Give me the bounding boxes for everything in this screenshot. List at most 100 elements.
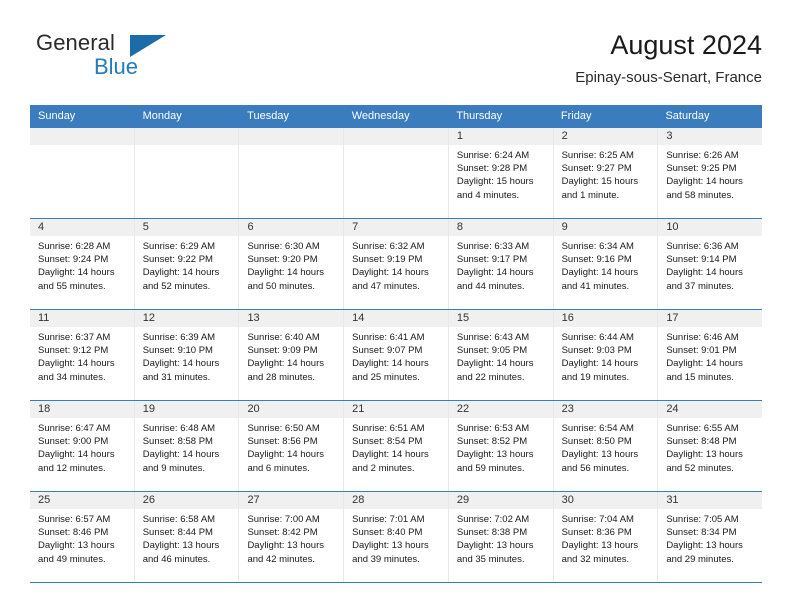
- sunset-time: Sunset: 8:58 PM: [142, 436, 213, 448]
- sunset-time: Sunset: 9:28 PM: [456, 163, 528, 175]
- daylight-duration-line1: Daylight: 15 hours: [561, 176, 639, 188]
- day-number: 28: [344, 492, 448, 509]
- day-number: 31: [658, 492, 763, 509]
- general-blue-logo[interactable]: General Blue: [36, 30, 266, 92]
- daylight-duration-line1: Daylight: 14 hours: [666, 267, 743, 279]
- day-sun-info: Sunrise: 6:28 AM Sunset: 9:24 PM Daylight:…: [30, 236, 134, 293]
- day-sun-info: Sunrise: 6:53 AM Sunset: 8:52 PM Daylight:…: [449, 418, 553, 475]
- calendar-day-cell[interactable]: 3 Sunrise: 6:26 AM Sunset: 9:25 PM Daylight…: [658, 128, 763, 218]
- page-subtitle-location: Epinay-sous-Senart, France: [575, 69, 762, 86]
- weekday-header-row: Sunday Monday Tuesday Wednesday Thursday Frid…: [30, 105, 762, 127]
- calendar-day-cell[interactable]: 26 Sunrise: 6:58 AM Sunset: 8:44 PM Dayligh…: [134, 492, 240, 582]
- day-sun-info: Sunrise: 6:33 AM Sunset: 9:17 PM Daylight:…: [449, 236, 553, 293]
- day-number: 2: [553, 128, 658, 145]
- daylight-duration-line1: Daylight: 13 hours: [352, 540, 429, 552]
- daylight-duration-line2: and 9 minutes.: [142, 462, 206, 474]
- calendar-day-cell[interactable]: 22 Sunrise: 6:53 AM Sunset: 8:52 PM Dayligh…: [448, 401, 554, 491]
- day-number: 30: [553, 492, 658, 509]
- sunset-time: Sunset: 9:05 PM: [456, 345, 528, 357]
- calendar-day-cell[interactable]: 18 Sunrise: 6:47 AM Sunset: 9:00 PM Dayligh…: [30, 401, 135, 491]
- calendar-day-cell[interactable]: 12 Sunrise: 6:39 AM Sunset: 9:10 PM Dayligh…: [134, 310, 240, 400]
- daylight-duration-line1: Daylight: 13 hours: [561, 540, 639, 552]
- sunset-time: Sunset: 8:44 PM: [142, 527, 213, 539]
- day-sun-info: Sunrise: 7:01 AM Sunset: 8:40 PM Daylight:…: [344, 509, 448, 566]
- page-header: General Blue August 2024 Epinay-sous-Sen…: [30, 28, 762, 98]
- sunrise-time: Sunrise: 6:58 AM: [142, 514, 216, 525]
- calendar-day-cell[interactable]: 27 Sunrise: 7:00 AM Sunset: 8:42 PM Dayligh…: [239, 492, 345, 582]
- calendar-day-cell[interactable]: 16 Sunrise: 6:44 AM Sunset: 9:03 PM Dayligh…: [553, 310, 659, 400]
- daylight-duration-line2: and 42 minutes.: [247, 553, 316, 565]
- sunset-time: Sunset: 9:03 PM: [561, 345, 632, 357]
- calendar-day-cell[interactable]: 5 Sunrise: 6:29 AM Sunset: 9:22 PM Daylight…: [134, 219, 240, 309]
- sunrise-time: Sunrise: 6:25 AM: [561, 150, 634, 161]
- sunrise-time: Sunrise: 6:57 AM: [38, 514, 111, 525]
- sunset-time: Sunset: 9:22 PM: [142, 254, 213, 266]
- daylight-duration-line2: and 50 minutes.: [247, 280, 316, 292]
- day-number: 7: [344, 219, 448, 236]
- calendar-day-cell[interactable]: 25 Sunrise: 6:57 AM Sunset: 8:46 PM Dayligh…: [30, 492, 135, 582]
- calendar-day-cell[interactable]: 10 Sunrise: 6:36 AM Sunset: 9:14 PM Dayligh…: [658, 219, 763, 309]
- day-sun-info: Sunrise: 6:36 AM Sunset: 9:14 PM Daylight:…: [658, 236, 762, 293]
- daylight-duration-line2: and 25 minutes.: [352, 371, 420, 383]
- daylight-duration-line2: and 55 minutes.: [38, 280, 106, 292]
- calendar-day-cell[interactable]: 31 Sunrise: 7:05 AM Sunset: 8:34 PM Dayligh…: [658, 492, 763, 582]
- day-number: 20: [239, 401, 344, 418]
- calendar-day-cell[interactable]: 7 Sunrise: 6:32 AM Sunset: 9:19 PM Daylight…: [344, 219, 449, 309]
- calendar-day-cell[interactable]: 1 Sunrise: 6:24 AM Sunset: 9:28 PM Daylight…: [448, 128, 554, 218]
- calendar-day-cell[interactable]: 30 Sunrise: 7:04 AM Sunset: 8:36 PM Dayligh…: [553, 492, 659, 582]
- calendar-day-cell[interactable]: 9 Sunrise: 6:34 AM Sunset: 9:16 PM Daylight…: [553, 219, 659, 309]
- day-sun-info: Sunrise: 6:54 AM Sunset: 8:50 PM Daylight:…: [554, 418, 658, 475]
- calendar-day-cell[interactable]: 21 Sunrise: 6:51 AM Sunset: 8:54 PM Dayligh…: [344, 401, 449, 491]
- daylight-duration-line1: Daylight: 13 hours: [142, 540, 220, 552]
- calendar-day-cell[interactable]: 4 Sunrise: 6:28 AM Sunset: 9:24 PM Daylight…: [30, 219, 135, 309]
- daylight-duration-line2: and 2 minutes.: [352, 462, 415, 474]
- calendar-day-cell[interactable]: 23 Sunrise: 6:54 AM Sunset: 8:50 PM Dayligh…: [553, 401, 659, 491]
- daylight-duration-line1: Daylight: 14 hours: [38, 449, 115, 461]
- daylight-duration-line2: and 19 minutes.: [561, 371, 630, 383]
- calendar-day-cell[interactable]: 14 Sunrise: 6:41 AM Sunset: 9:07 PM Dayligh…: [344, 310, 449, 400]
- daylight-duration-line1: Daylight: 13 hours: [666, 540, 743, 552]
- calendar-day-cell[interactable]: 28 Sunrise: 7:01 AM Sunset: 8:40 PM Dayligh…: [344, 492, 449, 582]
- day-number: 11: [30, 310, 134, 327]
- calendar-day-cell[interactable]: 8 Sunrise: 6:33 AM Sunset: 9:17 PM Daylight…: [448, 219, 554, 309]
- daylight-duration-line1: Daylight: 14 hours: [352, 358, 429, 370]
- daylight-duration-line2: and 12 minutes.: [38, 462, 106, 474]
- daylight-duration-line1: Daylight: 14 hours: [352, 449, 429, 461]
- weekday-header-tuesday: Tuesday: [247, 110, 289, 122]
- calendar-day-cell[interactable]: 20 Sunrise: 6:50 AM Sunset: 8:56 PM Dayligh…: [239, 401, 345, 491]
- calendar-day-cell[interactable]: 15 Sunrise: 6:43 AM Sunset: 9:05 PM Dayligh…: [448, 310, 554, 400]
- day-number: 18: [30, 401, 134, 418]
- day-number: 8: [448, 219, 553, 236]
- daylight-duration-line2: and 44 minutes.: [456, 280, 525, 292]
- calendar-day-cell[interactable]: 24 Sunrise: 6:55 AM Sunset: 8:48 PM Dayligh…: [658, 401, 763, 491]
- day-number: [30, 128, 134, 145]
- day-sun-info: Sunrise: 6:46 AM Sunset: 9:01 PM Daylight:…: [658, 327, 762, 384]
- daylight-duration-line1: Daylight: 14 hours: [247, 358, 325, 370]
- daylight-duration-line2: and 22 minutes.: [456, 371, 525, 383]
- day-number: 24: [658, 401, 763, 418]
- sunset-time: Sunset: 9:17 PM: [456, 254, 528, 266]
- sunset-time: Sunset: 8:48 PM: [666, 436, 737, 448]
- calendar-day-cell[interactable]: 29 Sunrise: 7:02 AM Sunset: 8:38 PM Dayligh…: [448, 492, 554, 582]
- day-sun-info: Sunrise: 6:30 AM Sunset: 9:20 PM Daylight:…: [239, 236, 343, 293]
- calendar-day-cell[interactable]: 17 Sunrise: 6:46 AM Sunset: 9:01 PM Dayligh…: [658, 310, 763, 400]
- title-block: August 2024 Epinay-sous-Senart, France: [575, 28, 762, 88]
- calendar-day-cell[interactable]: 2 Sunrise: 6:25 AM Sunset: 9:27 PM Daylight…: [553, 128, 659, 218]
- day-number: 13: [239, 310, 344, 327]
- day-number: 3: [658, 128, 763, 145]
- day-number: 25: [30, 492, 134, 509]
- calendar-day-cell[interactable]: 19 Sunrise: 6:48 AM Sunset: 8:58 PM Dayligh…: [134, 401, 240, 491]
- sunrise-time: Sunrise: 6:41 AM: [352, 332, 425, 343]
- day-number: 1: [448, 128, 553, 145]
- calendar-day-cell[interactable]: 6 Sunrise: 6:30 AM Sunset: 9:20 PM Daylight…: [239, 219, 345, 309]
- day-number: 23: [553, 401, 658, 418]
- sunrise-time: Sunrise: 6:47 AM: [38, 423, 111, 434]
- calendar-day-cell-empty: [344, 128, 449, 218]
- sunrise-time: Sunrise: 7:00 AM: [247, 514, 320, 525]
- calendar-day-cell[interactable]: 13 Sunrise: 6:40 AM Sunset: 9:09 PM Dayligh…: [239, 310, 345, 400]
- day-sun-info: Sunrise: 6:57 AM Sunset: 8:46 PM Daylight:…: [30, 509, 134, 566]
- sunrise-time: Sunrise: 6:30 AM: [247, 241, 320, 252]
- daylight-duration-line2: and 1 minute.: [561, 189, 620, 201]
- daylight-duration-line2: and 4 minutes.: [456, 189, 520, 201]
- calendar-day-cell[interactable]: 11 Sunrise: 6:37 AM Sunset: 9:12 PM Dayligh…: [30, 310, 135, 400]
